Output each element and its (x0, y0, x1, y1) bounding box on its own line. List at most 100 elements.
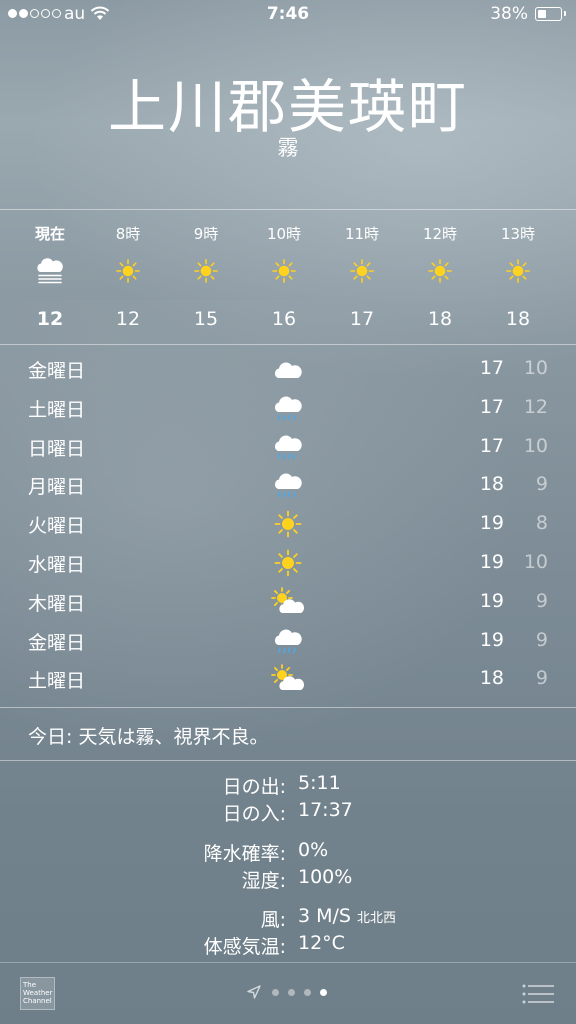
daily-forecast-row: 金曜日 19 9 (0, 622, 576, 661)
low-temperature: 12 (523, 395, 548, 418)
high-temperature: 19 (479, 512, 504, 535)
battery-percent: 38% (490, 4, 528, 24)
day-name: 金曜日 (28, 360, 86, 382)
sun-icon (347, 256, 377, 286)
feels-like-value: 12°C (298, 932, 345, 954)
sunset-value: 17:37 (298, 799, 353, 821)
sunrise-label: 日の出: (222, 776, 286, 798)
sun-icon (269, 256, 299, 286)
daily-forecast-row: 水曜日 19 10 (0, 544, 576, 583)
high-temperature: 17 (479, 395, 504, 418)
precip-label: 降水確率: (203, 843, 286, 865)
wind-row: 風: 3 M/S 北北西 (0, 905, 576, 933)
daily-forecast-row: 金曜日 17 10 (0, 350, 576, 389)
partly-cloudy-icon (271, 586, 305, 617)
battery-icon (535, 7, 566, 21)
hour-temperature: 17 (349, 308, 375, 330)
hour-label: 9時 (193, 225, 219, 243)
fog-icon (35, 256, 65, 286)
hour-label: 10時 (266, 225, 302, 243)
day-name: 日曜日 (28, 437, 86, 460)
daily-forecast-row: 土曜日 17 12 (0, 389, 576, 428)
daily-forecast-row: 日曜日 17 10 (0, 428, 576, 467)
humidity-row: 湿度: 100% (0, 866, 576, 894)
day-name: 木曜日 (28, 592, 86, 615)
hourly-forecast[interactable]: 現在 12 8時 12 9時 15 10時 16 11時 17 12時 18 13時 18 (0, 210, 576, 344)
wind-label: 風: (260, 909, 286, 931)
low-temperature: 9 (535, 628, 548, 651)
sunrise-row: 日の出: 5:11 (0, 772, 576, 800)
low-temperature: 9 (535, 473, 548, 496)
sunrise-value: 5:11 (298, 772, 341, 794)
feels-like-row: 体感気温: 12°C (0, 932, 576, 960)
rain-icon (271, 432, 305, 462)
sunset-row: 日の入: 17:37 (0, 799, 576, 827)
day-name: 土曜日 (28, 398, 86, 421)
low-temperature: 9 (535, 589, 548, 612)
hour-label: 13時 (500, 225, 536, 243)
day-name: 月曜日 (28, 476, 86, 499)
high-temperature: 17 (479, 357, 504, 379)
hour-temperature: 12 (115, 308, 141, 330)
page-dot[interactable] (272, 989, 279, 996)
low-temperature: 10 (523, 551, 548, 573)
weather-channel-logo[interactable]: The Weather Channel (20, 977, 55, 1010)
current-condition: 霧 (277, 136, 299, 160)
low-temperature: 9 (535, 667, 548, 690)
low-temperature: 8 (535, 512, 548, 535)
rain-icon (271, 626, 305, 656)
page-dot[interactable] (304, 989, 311, 996)
page-dot[interactable] (320, 989, 327, 996)
hour-label: 12時 (422, 225, 458, 243)
page-indicator[interactable] (272, 989, 327, 996)
partly-cloudy-icon (271, 664, 305, 694)
high-temperature: 19 (479, 628, 504, 651)
daily-forecast-row: 木曜日 19 9 (0, 583, 576, 622)
hour-temperature: 16 (271, 308, 297, 330)
sun-icon (425, 256, 455, 286)
humidity-label: 湿度: (241, 870, 286, 892)
feels-like-label: 体感気温: (203, 936, 286, 958)
precip-row: 降水確率: 0% (0, 839, 576, 867)
high-temperature: 18 (479, 667, 504, 690)
hour-temperature: 15 (193, 308, 219, 330)
bottom-toolbar: The Weather Channel (0, 963, 576, 1024)
logo-text: The Weather Channel (23, 981, 53, 1005)
hour-temperature: 18 (505, 308, 531, 330)
humidity-value: 100% (298, 866, 353, 888)
divider (0, 707, 576, 708)
day-name: 火曜日 (28, 515, 86, 538)
city-list-icon[interactable] (522, 983, 554, 1005)
hour-label: 8時 (115, 225, 141, 243)
sun-icon (191, 256, 221, 286)
location-arrow-icon[interactable] (247, 985, 261, 999)
wind-direction: 北北西 (356, 911, 396, 926)
today-summary: 今日: 天気は霧、視界不良。 (28, 726, 269, 748)
precip-value: 0% (298, 839, 329, 861)
daily-forecast-row: 月曜日 18 9 (0, 466, 576, 505)
day-name: 土曜日 (28, 670, 86, 693)
high-temperature: 17 (479, 434, 504, 457)
day-name: 金曜日 (28, 631, 86, 654)
hour-temperature: 18 (427, 308, 453, 330)
daily-forecast-row: 火曜日 19 8 (0, 505, 576, 544)
daily-forecast-row: 土曜日 18 9 (0, 660, 576, 699)
low-temperature: 10 (523, 357, 548, 379)
hour-temperature: 12 (36, 308, 64, 330)
sun-icon (271, 509, 305, 539)
cloud-icon (271, 354, 305, 384)
hour-label: 現在 (34, 225, 65, 243)
sunset-label: 日の入: (222, 803, 286, 825)
high-temperature: 18 (479, 473, 504, 496)
divider (0, 760, 576, 761)
page-dot[interactable] (288, 989, 295, 996)
wind-value: 3 M/S (298, 905, 351, 927)
high-temperature: 19 (479, 589, 504, 612)
sun-icon (113, 256, 143, 286)
status-bar: au 7:46 38% (0, 0, 576, 30)
sun-icon (503, 256, 533, 286)
divider (0, 344, 576, 345)
sun-icon (271, 548, 305, 578)
hour-label: 11時 (344, 225, 380, 243)
rain-icon (271, 393, 305, 423)
